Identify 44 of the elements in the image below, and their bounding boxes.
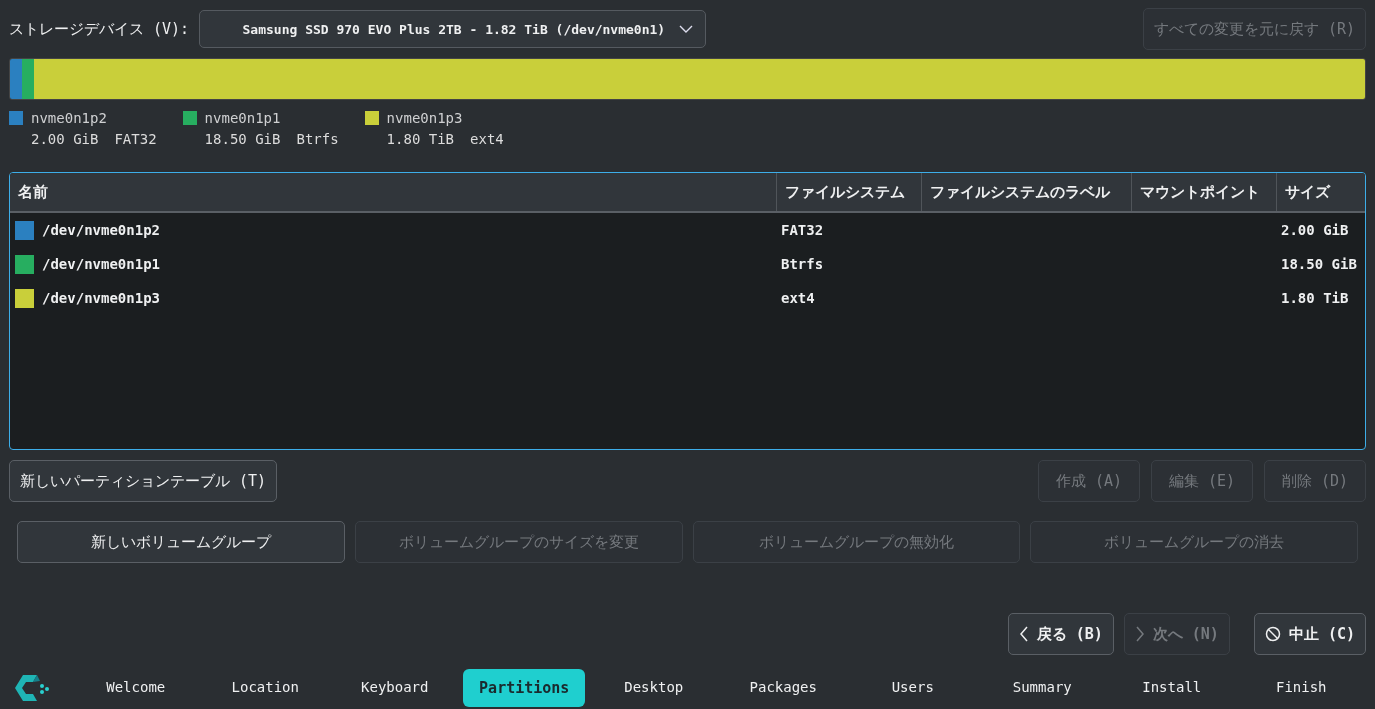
column-header[interactable]: 名前 [10,173,776,211]
device-label: ストレージデバイス (V): [9,19,190,39]
table-cell: /dev/nvme0n1p1 [42,256,160,272]
column-header[interactable]: サイズ [1276,173,1365,211]
step-tab[interactable]: Desktop [608,669,700,707]
partition-size: 18.50 GiB [204,131,281,147]
chevron-left-icon [1018,626,1029,642]
step-tab[interactable]: Welcome [90,669,182,707]
table-cell: /dev/nvme0n1p3 [42,290,160,306]
new-partition-table-button[interactable]: 新しいパーティションテーブル (T) [9,460,278,502]
step-tab[interactable]: Partitions [463,669,586,707]
table-cell: Btrfs [781,256,824,272]
partition-filesystem: Btrfs [296,131,339,147]
step-tab[interactable]: Install [1126,669,1218,707]
step-tab[interactable]: Packages [733,669,833,707]
volume-group-button[interactable]: 新しいボリュームグループ [17,521,345,563]
cancel-icon [1264,626,1281,642]
table-cell: /dev/nvme0n1p2 [42,222,160,238]
chevron-right-icon [1134,626,1145,642]
step-tab[interactable]: Summary [996,669,1088,707]
partition-size: 1.80 TiB [386,131,455,147]
partition-filesystem: ext4 [470,131,504,147]
table-cell: 2.00 GiB [1281,222,1349,238]
table-cell: 1.80 TiB [1281,290,1349,306]
partition-name: nvme0n1p2 [31,110,107,126]
step-tab[interactable]: Users [875,669,950,707]
logo-icon [13,673,51,703]
step-tab[interactable]: Location [215,669,315,707]
table-cell: ext4 [781,290,815,306]
column-header[interactable]: マウントポイント [1131,173,1276,211]
partition-name: nvme0n1p3 [386,110,463,126]
step-tab[interactable]: Keyboard [345,669,445,707]
table-cell: 18.50 GiB [1281,256,1357,272]
column-header[interactable]: ファイルシステムのラベル [921,173,1131,211]
back-button[interactable]: 戻る (B) [1007,613,1114,655]
caret-icon [679,25,694,33]
table-cell: FAT32 [781,222,824,238]
partition-name: nvme0n1p1 [204,110,281,126]
step-tab[interactable]: Finish [1259,669,1343,707]
column-header[interactable]: ファイルシステム [776,173,921,211]
partition-size: 2.00 GiB [31,131,99,147]
device-dropdown[interactable]: Samsung SSD 970 EVO Plus 2TB - 1.82 TiB (/dev/nvme0n1) [199,10,707,48]
cancel-button[interactable]: 中止 (C) [1253,613,1366,655]
partition-filesystem: FAT32 [114,131,157,147]
